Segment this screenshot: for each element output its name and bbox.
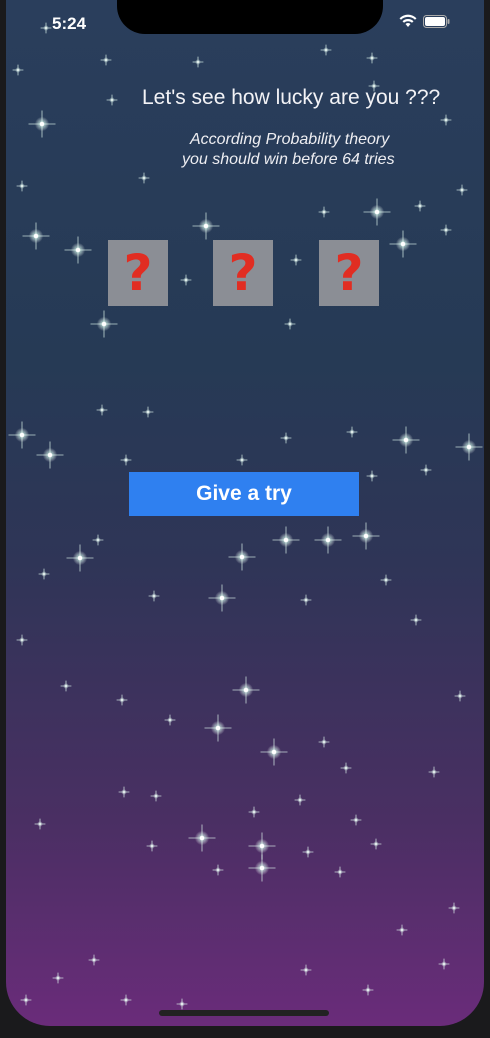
star-sparkle — [40, 22, 52, 34]
battery-icon — [423, 14, 450, 28]
star-sparkle — [366, 470, 378, 482]
star-sparkle — [138, 172, 150, 184]
star-sparkle — [38, 568, 50, 580]
star-sparkle — [146, 840, 158, 852]
star-sparkle — [120, 454, 132, 466]
star-sparkle — [380, 574, 392, 586]
star-sparkle — [150, 790, 162, 802]
star-sparkle — [148, 590, 160, 602]
star-sparkle — [318, 206, 330, 218]
star-sparkle — [284, 318, 296, 330]
star-sparkle — [12, 64, 24, 76]
star-sparkle — [340, 762, 352, 774]
star-sparkle — [232, 676, 260, 704]
star-sparkle — [96, 404, 108, 416]
star-sparkle — [350, 814, 362, 826]
star-sparkle — [280, 432, 292, 444]
star-sparkle — [8, 421, 36, 449]
star-sparkle — [448, 902, 460, 914]
star-sparkle — [366, 52, 378, 64]
star-sparkle — [396, 924, 408, 936]
slot-1: ? — [108, 240, 168, 306]
star-sparkle — [248, 832, 276, 860]
star-sparkle — [64, 236, 92, 264]
star-sparkle — [20, 994, 32, 1006]
star-sparkle — [370, 838, 382, 850]
star-sparkle — [142, 406, 154, 418]
star-sparkle — [22, 222, 50, 250]
star-sparkle — [294, 794, 306, 806]
star-sparkle — [90, 310, 118, 338]
star-sparkle — [106, 94, 118, 106]
star-sparkle — [300, 594, 312, 606]
star-sparkle — [180, 274, 192, 286]
star-sparkle — [16, 180, 28, 192]
star-sparkle — [36, 441, 64, 469]
star-sparkle — [438, 958, 450, 970]
star-sparkle — [192, 56, 204, 68]
star-sparkle — [28, 110, 56, 138]
status-icons — [399, 14, 450, 28]
star-sparkle — [92, 534, 104, 546]
subtitle-line-1: According Probability theory — [190, 131, 390, 148]
star-sparkle — [118, 786, 130, 798]
star-sparkle — [60, 680, 72, 692]
star-sparkle — [456, 184, 468, 196]
star-sparkle — [362, 984, 374, 996]
star-sparkle — [164, 714, 176, 726]
home-indicator[interactable] — [159, 1010, 329, 1016]
star-sparkle — [204, 714, 232, 742]
star-sparkle — [208, 584, 236, 612]
subtitle-line-2: you should win before 64 tries — [182, 151, 395, 168]
star-sparkle — [16, 634, 28, 646]
star-sparkle — [120, 994, 132, 1006]
star-sparkle — [272, 526, 300, 554]
star-sparkle — [320, 44, 332, 56]
star-sparkle — [420, 464, 432, 476]
star-sparkle — [346, 426, 358, 438]
star-sparkle — [363, 198, 391, 226]
phone-frame: 5:24 Let's see how lucky are you ??? Acc… — [0, 0, 490, 1038]
star-sparkle — [212, 864, 224, 876]
app-screen: 5:24 Let's see how lucky are you ??? Acc… — [6, 0, 484, 1026]
star-sparkle — [176, 998, 188, 1010]
slot-2: ? — [213, 240, 273, 306]
star-sparkle — [414, 200, 426, 212]
star-sparkle — [352, 522, 380, 550]
star-sparkle — [455, 433, 483, 461]
star-sparkle — [88, 954, 100, 966]
star-sparkle — [116, 694, 128, 706]
status-time: 5:24 — [52, 14, 87, 33]
star-sparkle — [188, 824, 216, 852]
star-sparkle — [440, 224, 452, 236]
star-sparkle — [260, 738, 288, 766]
star-sparkle — [228, 543, 256, 571]
star-sparkle — [66, 544, 94, 572]
slot-3: ? — [319, 240, 379, 306]
star-sparkle — [302, 846, 314, 858]
star-sparkle — [290, 254, 302, 266]
headline: Let's see how lucky are you ??? — [142, 86, 441, 109]
star-sparkle — [300, 964, 312, 976]
subtitle: According Probability theory you should … — [182, 130, 442, 170]
star-sparkle — [334, 866, 346, 878]
star-sparkle — [248, 806, 260, 818]
star-sparkle — [410, 614, 422, 626]
star-sparkle — [392, 426, 420, 454]
star-sparkle — [454, 690, 466, 702]
device-notch — [117, 0, 383, 34]
star-sparkle — [428, 766, 440, 778]
star-sparkle — [236, 454, 248, 466]
give-a-try-button[interactable]: Give a try — [129, 472, 359, 516]
star-sparkle — [318, 736, 330, 748]
star-sparkle — [192, 212, 220, 240]
star-sparkle — [100, 54, 112, 66]
star-sparkle — [314, 526, 342, 554]
star-sparkle — [440, 114, 452, 126]
star-sparkle — [389, 230, 417, 258]
star-sparkle — [248, 854, 276, 882]
star-sparkle — [34, 818, 46, 830]
wifi-icon — [399, 14, 417, 28]
star-sparkle — [52, 972, 64, 984]
